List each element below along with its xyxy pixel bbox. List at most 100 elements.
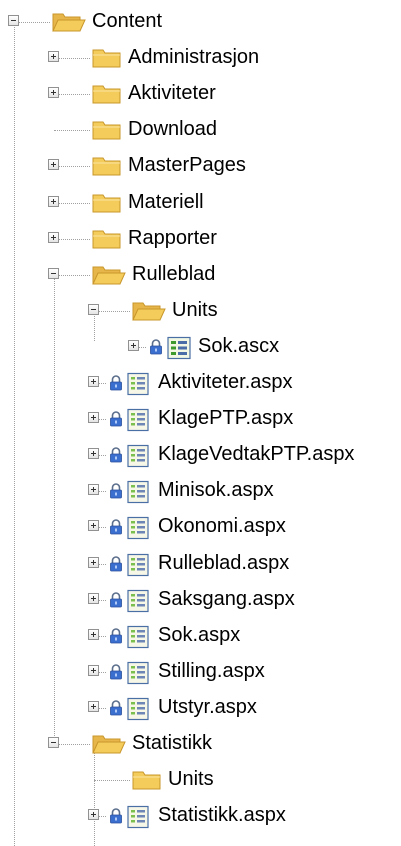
- tree-connector: [54, 94, 90, 96]
- expand-button[interactable]: [48, 159, 59, 171]
- tree-connector: [54, 274, 90, 276]
- tree-node[interactable]: KlageVedtakPTP.aspx: [0, 437, 401, 473]
- expand-button[interactable]: [48, 195, 59, 207]
- lock-icon: [109, 519, 123, 535]
- tree-node[interactable]: Rapporter: [0, 221, 401, 257]
- tree-node[interactable]: Rulleblad: [0, 257, 401, 293]
- tree-node-label: Administrasjon: [128, 46, 260, 69]
- expand-button[interactable]: [88, 664, 99, 676]
- tree-node-label: Sok.aspx: [158, 623, 241, 646]
- tree-connector: [54, 238, 90, 240]
- web-form-file-icon: [126, 589, 150, 618]
- tree-node[interactable]: Stilling.aspx: [0, 654, 401, 690]
- folder-icon: [92, 155, 122, 182]
- tree-node[interactable]: Okonomi.aspx: [0, 509, 401, 545]
- expand-button[interactable]: [48, 231, 59, 243]
- tree-node-label: KlageVedtakPTP.aspx: [158, 443, 355, 466]
- lock-icon: [109, 411, 123, 427]
- collapse-button[interactable]: [48, 737, 59, 748]
- lock-icon: [109, 664, 123, 680]
- tree-node-label: Stilling.aspx: [158, 659, 265, 682]
- folder-open-icon: [92, 264, 126, 291]
- expand-button[interactable]: [88, 520, 99, 532]
- lock-icon: [109, 700, 123, 716]
- tree-node[interactable]: Content: [0, 4, 401, 40]
- expand-button[interactable]: [88, 376, 99, 387]
- tree-node[interactable]: Statistikk: [0, 726, 401, 762]
- lock-icon: [109, 555, 123, 572]
- tree-node-label: Rulleblad.aspx: [158, 551, 290, 574]
- tree-node[interactable]: Units: [0, 293, 401, 329]
- tree-node-label: Units: [168, 768, 214, 791]
- lock-icon: [109, 483, 123, 499]
- expand-button[interactable]: [88, 628, 99, 640]
- expand-button[interactable]: [88, 448, 99, 460]
- expand-button[interactable]: [48, 87, 59, 99]
- tree-connector: [54, 202, 90, 204]
- collapse-button[interactable]: [48, 267, 59, 279]
- tree-node[interactable]: Aktiviteter: [0, 76, 401, 112]
- web-form-file-icon: [126, 625, 150, 654]
- tree-node[interactable]: Units: [0, 762, 401, 798]
- tree-node-label: MasterPages: [128, 154, 246, 177]
- collapse-button[interactable]: [88, 303, 99, 315]
- tree-node-label: Statistikk.aspx: [158, 804, 286, 827]
- tree-node-label: Utstyr.aspx: [158, 695, 257, 718]
- expand-button[interactable]: [88, 484, 99, 496]
- lock-icon: [109, 375, 123, 391]
- tree-node[interactable]: KlagePTP.aspx: [0, 401, 401, 437]
- tree-node[interactable]: Download: [0, 112, 401, 148]
- folder-open-icon: [92, 733, 126, 760]
- solution-explorer-tree: Content Administrasjon Aktiviteter Download…: [0, 0, 401, 846]
- tree-node[interactable]: Utstyr.aspx: [0, 690, 401, 726]
- tree-node-label: Minisok.aspx: [158, 479, 274, 502]
- tree-node-label: Content: [92, 10, 163, 32]
- expand-button[interactable]: [48, 51, 59, 63]
- tree-node-label: Statistikk: [132, 732, 213, 754]
- tree-connector: [54, 130, 90, 132]
- tree-node-label: Download: [128, 118, 217, 141]
- user-control-file-icon: [166, 336, 192, 365]
- folder-open-icon: [52, 11, 86, 38]
- tree-node[interactable]: Minisok.aspx: [0, 473, 401, 509]
- tree-node[interactable]: Statistikk.aspx: [0, 798, 401, 834]
- web-form-file-icon: [126, 661, 150, 690]
- lock-icon: [109, 591, 123, 608]
- expand-button[interactable]: [88, 809, 99, 821]
- tree-node[interactable]: Sok.ascx: [0, 329, 401, 365]
- web-form-file-icon: [126, 697, 150, 726]
- web-form-file-icon: [126, 805, 150, 834]
- tree-node-label: Aktiviteter.aspx: [158, 371, 293, 393]
- tree-connector: [54, 166, 90, 168]
- tree-node-label: KlagePTP.aspx: [158, 407, 294, 430]
- tree-node[interactable]: Sok.aspx: [0, 618, 401, 654]
- tree-node-label: Units: [172, 298, 218, 321]
- collapse-button[interactable]: [8, 15, 19, 26]
- tree-node[interactable]: Aktiviteter.aspx: [0, 365, 401, 401]
- tree-node-label: Saksgang.aspx: [158, 587, 295, 610]
- web-form-file-icon: [126, 372, 150, 401]
- tree-node[interactable]: Rulleblad.aspx: [0, 546, 401, 582]
- web-form-file-icon: [126, 480, 150, 509]
- expand-button[interactable]: [88, 412, 99, 424]
- tree-connector: [94, 780, 130, 782]
- expand-button[interactable]: [88, 556, 99, 568]
- tree-node[interactable]: Materiell: [0, 185, 401, 221]
- expand-button[interactable]: [88, 700, 99, 712]
- lock-icon: [109, 627, 123, 644]
- web-form-file-icon: [126, 516, 150, 545]
- expand-button[interactable]: [128, 339, 139, 351]
- tree-node[interactable]: Saksgang.aspx: [0, 582, 401, 618]
- tree-node[interactable]: MasterPages: [0, 148, 401, 184]
- folder-icon: [92, 83, 122, 110]
- expand-button[interactable]: [88, 592, 99, 604]
- lock-icon: [109, 447, 123, 463]
- tree-connector: [94, 310, 130, 312]
- tree-node-label: Aktiviteter: [128, 82, 216, 105]
- folder-icon: [92, 192, 122, 219]
- tree-node-label: Materiell: [128, 190, 204, 213]
- tree-node-label: Rapporter: [128, 226, 217, 249]
- tree-node[interactable]: Administrasjon: [0, 40, 401, 76]
- tree-node-label: Sok.ascx: [198, 334, 280, 357]
- web-form-file-icon: [126, 553, 150, 582]
